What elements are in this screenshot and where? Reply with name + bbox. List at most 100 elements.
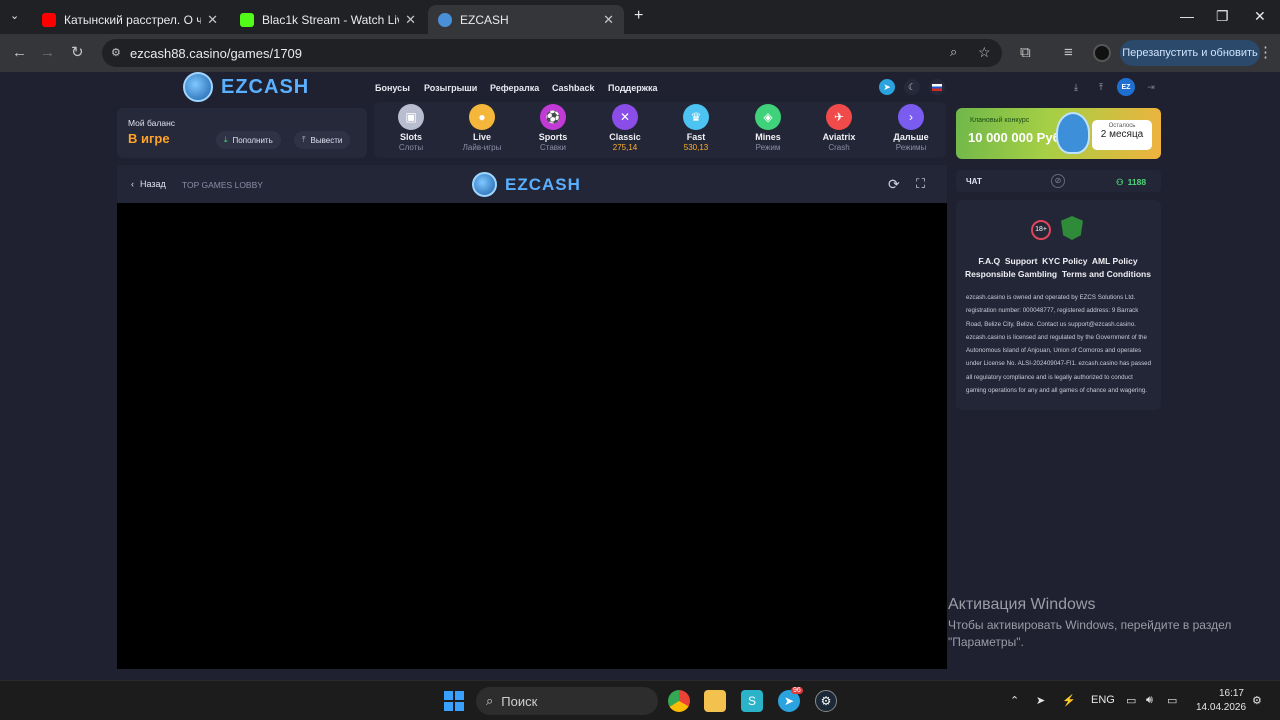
category-sub: Ставки [539,143,567,152]
logo-text: EZCASH [221,75,310,98]
category-live[interactable]: ● Live Лайв-игры [452,104,512,152]
nav-raffles[interactable]: Розыгрыши [424,83,477,93]
balance-value: В игре [128,131,170,146]
logout-icon[interactable]: ⇥ [1143,79,1159,95]
profile-avatar[interactable] [1093,44,1111,62]
notifications-icon[interactable]: ⚙ [1252,694,1262,707]
upload-icon[interactable]: ⤒ [1093,79,1109,95]
online-count: ⚇ 1188 [1116,177,1146,188]
youtube-icon [42,12,56,27]
category-label: Classic [609,132,641,142]
tab-search-menu[interactable]: ⌄ [10,9,19,22]
back-button[interactable]: ‹ Назад [131,179,166,189]
zoom-icon[interactable]: ⌕ [950,44,957,60]
category-label: Live [472,132,491,142]
category-sports[interactable]: ⚽ Sports Ставки [523,104,583,152]
reload-game-icon[interactable]: ⟳ [888,176,900,193]
fullscreen-icon[interactable]: ⛶ [916,176,925,192]
battery-icon[interactable]: ▭ [1167,694,1177,707]
close-icon[interactable]: ✕ [207,12,218,28]
language-indicator[interactable]: ENG [1091,694,1115,706]
tab-title: Blac1k Stream - Watch Live on K [262,12,399,27]
taskbar-search[interactable]: ⌕ Поиск [476,687,658,715]
user-avatar[interactable]: EZ [1117,78,1135,96]
chat-hidden-icon[interactable]: ⊘ [1051,174,1065,188]
restart-update-button[interactable]: Перезапустить и обновить [1120,40,1260,66]
category-more[interactable]: › Дальше Режимы [881,104,941,152]
tab-title: Катынский расстрел. О чём сп [64,12,202,27]
back-label: Назад [140,179,166,189]
language-flag-icon[interactable] [929,79,945,95]
browser-tab-1[interactable]: Катынский расстрел. О чём сп ✕ [32,5,228,34]
address-bar[interactable]: ⚙ ezcash88.casino/games/1709 ⌕ ☆ [102,39,1002,67]
category-classic[interactable]: ✕ Classic 275,14 [595,104,655,152]
telegram-icon[interactable]: ➤ [879,79,895,95]
category-label: Slots [399,132,422,142]
category-aviatrix[interactable]: ✈ Aviatrix Crash [809,104,869,152]
url-text: ezcash88.casino/games/1709 [130,46,303,61]
close-icon[interactable]: ✕ [603,12,614,28]
file-explorer-icon[interactable] [704,690,726,712]
game-iframe[interactable] [117,203,947,669]
users-icon: ⚇ [1116,177,1124,187]
bookmark-star-icon[interactable]: ☆ [978,44,991,61]
nav-referral[interactable]: Рефералка [490,83,539,93]
category-mines[interactable]: ◈ Mines Режим [738,104,798,152]
live-icon: ● [469,104,495,130]
clock[interactable]: 16:17 14.04.2026 [1196,687,1247,715]
app-icon[interactable]: S [741,690,763,712]
logo-mascot-icon [472,172,497,197]
forward-arrow-icon[interactable]: → [40,45,55,61]
tray-overflow-icon[interactable]: ⌃ [1010,694,1019,707]
browser-tabstrip: ⌄ Катынский расстрел. О чём сп ✕ Blac1k … [0,0,1280,34]
telegram-badge: 96 [791,687,803,694]
category-sub: Режимы [895,143,927,152]
clock-date: 14.04.2026 [1196,702,1247,713]
download-icon[interactable]: ⤓ [1068,79,1084,95]
sports-icon: ⚽ [540,104,566,130]
nav-cashback[interactable]: Cashback [552,83,595,93]
promo-timer: Осталось 2 месяца [1092,120,1152,150]
volume-icon[interactable]: 🔊︎ [1146,694,1153,707]
window-close-icon[interactable]: ✕ [1254,8,1266,25]
steam-icon[interactable]: ⚙ [815,690,837,712]
minimize-icon[interactable]: — [1180,8,1194,24]
browser-tab-3[interactable]: EZCASH ✕ [428,5,624,34]
browser-tab-2[interactable]: Blac1k Stream - Watch Live on K ✕ [230,5,426,34]
clan-contest-banner[interactable]: Клановый конкурс 10 000 000 Руб Осталось… [956,108,1161,159]
windows-activation-title: Активация Windows [948,596,1096,613]
new-tab-button[interactable]: + [634,7,643,25]
nav-bonuses[interactable]: Бонусы [375,83,410,93]
site-info-icon[interactable]: ⚙ [111,46,121,59]
deposit-icon: ⤓ [224,135,228,144]
back-arrow-icon[interactable]: ← [12,45,27,61]
maximize-icon[interactable]: ❐ [1216,8,1229,25]
reload-icon[interactable]: ↻ [71,45,84,61]
category-fast[interactable]: ♛ Fast 530,13 [666,104,726,152]
category-label: Fast [686,132,706,142]
category-slots[interactable]: ▣ Slots Слоты [381,104,441,152]
tray-telegram-icon[interactable]: ➤ [1036,694,1045,707]
tray-app-icon[interactable]: ⚡ [1062,694,1076,707]
chevron-left-icon: ‹ [131,179,134,189]
windows-taskbar: ⌕ Поиск S ➤ 96 ⚙ ⌃ ➤ ⚡ ENG ▭ 🔊︎ ▭ 16:17 … [0,680,1280,720]
category-sub: Crash [828,143,850,152]
browser-menu-icon[interactable]: ⋮ [1258,45,1273,61]
windows-start-icon[interactable] [444,691,464,711]
theme-moon-icon[interactable]: ☾ [904,79,920,95]
network-icon[interactable]: ▭ [1126,694,1136,707]
chrome-icon[interactable] [668,690,690,712]
withdraw-icon: ⤒ [302,135,306,144]
media-control-icon[interactable]: ≡ [1064,45,1073,61]
extensions-icon[interactable]: ⧉ [1020,45,1031,61]
logo-mascot-icon [183,72,213,102]
deposit-button[interactable]: ⤓ Пополнить [216,131,281,149]
withdraw-button[interactable]: ⤒ Вывести [294,131,351,149]
chat-label: ЧАТ [966,177,982,186]
classic-icon: ✕ [612,104,638,130]
site-logo[interactable]: EZCASH [183,72,309,102]
nav-support[interactable]: Поддержка [608,83,658,93]
footer-links-row2[interactable]: Responsible Gambling Terms and Condition… [960,269,1156,279]
footer-links-row1[interactable]: F.A.Q Support KYC Policy AML Policy [960,256,1156,266]
close-icon[interactable]: ✕ [405,12,416,28]
